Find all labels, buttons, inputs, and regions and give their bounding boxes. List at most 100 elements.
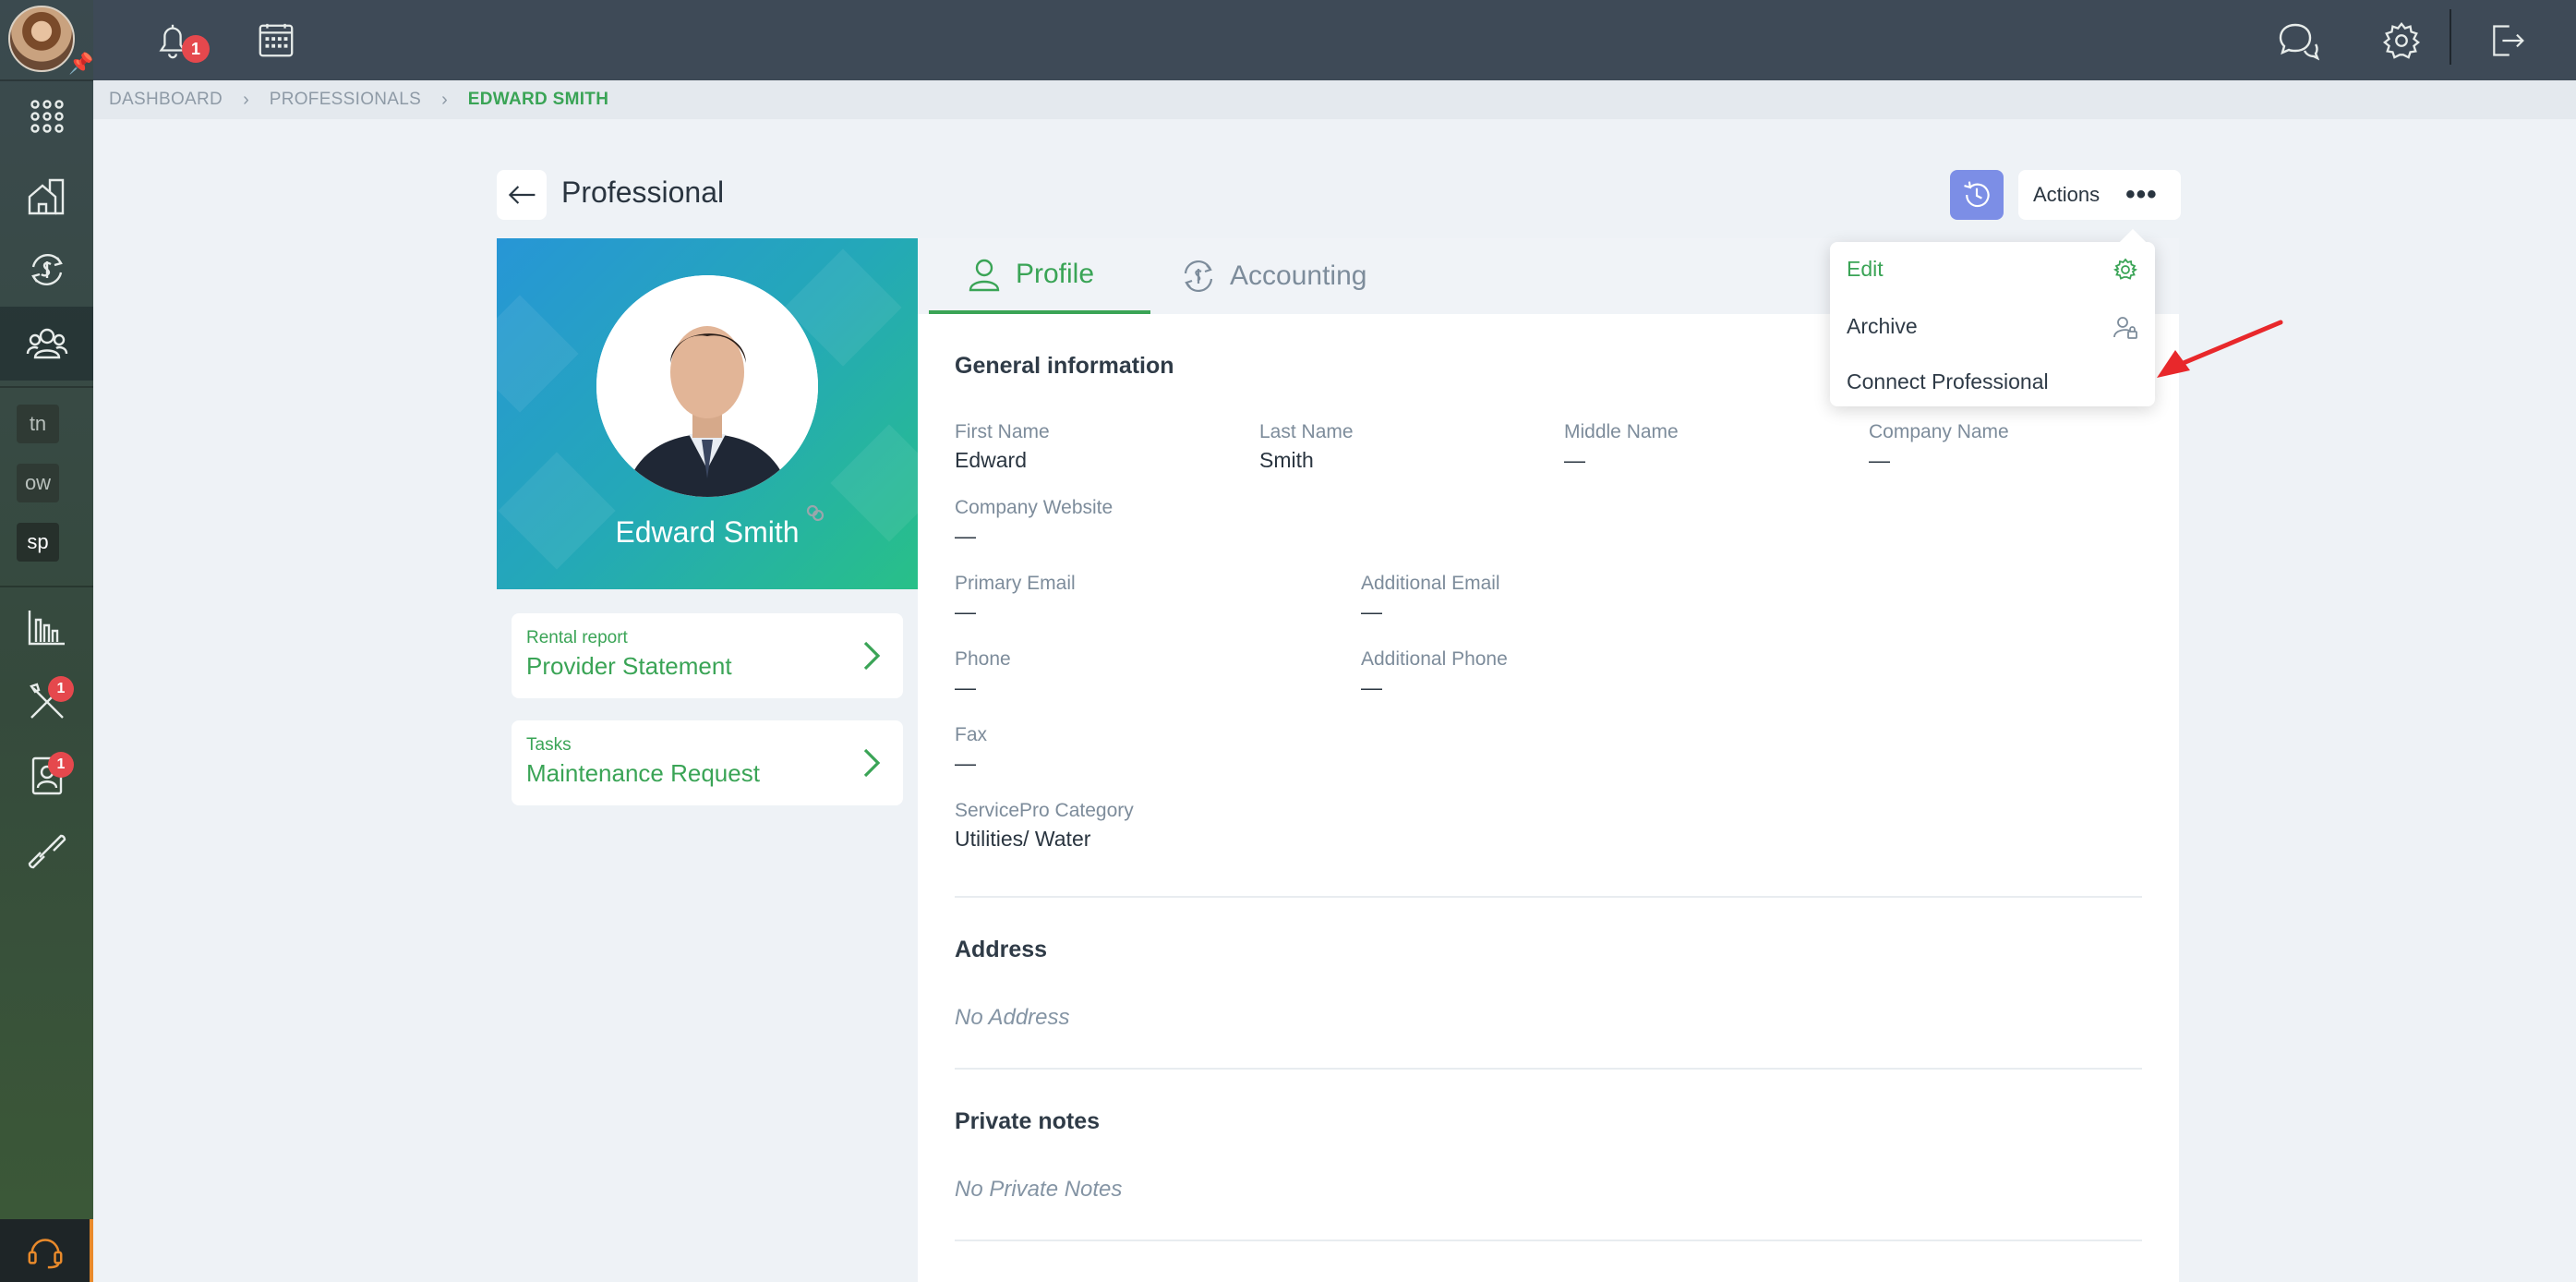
chevron-right-icon bbox=[863, 748, 881, 778]
more-dots-icon: ••• bbox=[2125, 179, 2158, 210]
workspace-tag-sp[interactable]: sp bbox=[17, 523, 59, 562]
provider-statement-card[interactable]: Rental report Provider Statement bbox=[512, 613, 903, 698]
menu-item-archive[interactable]: Archive bbox=[1830, 299, 2155, 353]
link-card-caption: Tasks bbox=[526, 735, 572, 755]
additional-email-label: Additional Email bbox=[1361, 573, 1500, 594]
user-icon bbox=[969, 259, 1000, 292]
menu-item-label: Archive bbox=[1847, 313, 1918, 338]
tab-label: Profile bbox=[1016, 259, 1095, 289]
primary-email-value: — bbox=[955, 599, 976, 623]
topbar-divider bbox=[2450, 9, 2451, 65]
fax-label: Fax bbox=[955, 724, 988, 745]
headset-icon bbox=[28, 1239, 62, 1269]
sidebar-item-properties[interactable] bbox=[0, 159, 93, 233]
user-avatar[interactable] bbox=[8, 6, 75, 72]
sidebar-item-reports[interactable] bbox=[0, 591, 93, 665]
workspace-tag-ow[interactable]: ow bbox=[17, 464, 59, 502]
tab-label: Accounting bbox=[1230, 260, 1367, 291]
money-cycle-icon bbox=[30, 253, 63, 286]
people-icon bbox=[26, 328, 67, 359]
chevron-right-icon: › bbox=[243, 89, 249, 110]
additional-phone-value: — bbox=[1361, 675, 1382, 699]
maintenance-badge: 1 bbox=[48, 676, 74, 702]
middle-name-value: — bbox=[1564, 448, 1585, 472]
sidebar-item-links[interactable] bbox=[0, 813, 93, 887]
link-card-title: Provider Statement bbox=[526, 652, 732, 680]
last-name-label: Last Name bbox=[1259, 421, 1354, 442]
gear-icon bbox=[2382, 21, 2421, 59]
menu-item-connect-professional[interactable]: Connect Professional bbox=[1830, 355, 2155, 408]
tab-accounting[interactable]: Accounting bbox=[1180, 238, 1366, 314]
breadcrumb-dashboard[interactable]: DASHBOARD bbox=[109, 90, 223, 110]
private-notes-empty: No Private Notes bbox=[955, 1177, 1123, 1202]
company-name-value: — bbox=[1869, 448, 1890, 472]
sidebar-item-accounting[interactable] bbox=[0, 233, 93, 307]
logout-icon bbox=[2493, 25, 2524, 56]
accounting-icon bbox=[1184, 260, 1213, 292]
additional-email-value: — bbox=[1361, 599, 1382, 623]
profile-photo bbox=[596, 275, 818, 497]
history-button[interactable] bbox=[1950, 170, 2004, 220]
actions-button[interactable]: Actions ••• bbox=[2018, 170, 2181, 220]
calendar-icon bbox=[259, 23, 294, 57]
left-sidebar: 📌 tn ow sp 1 1 bbox=[0, 0, 93, 1282]
sidebar-divider bbox=[0, 386, 93, 388]
user-lock-icon bbox=[2113, 317, 2137, 339]
hero-decoration bbox=[498, 452, 616, 570]
sidebar-item-apps[interactable] bbox=[0, 79, 93, 153]
history-clock-icon bbox=[1964, 181, 1990, 208]
actions-label: Actions bbox=[2033, 183, 2101, 206]
logout-button[interactable] bbox=[2481, 15, 2533, 67]
primary-email-label: Primary Email bbox=[955, 573, 1076, 594]
profile-hero: Edward Smith bbox=[497, 238, 918, 589]
sidebar-item-maintenance[interactable] bbox=[0, 665, 93, 739]
category-label: ServicePro Category bbox=[955, 800, 1134, 821]
calendar-button[interactable] bbox=[250, 15, 302, 67]
pin-icon[interactable]: 📌 bbox=[68, 52, 93, 76]
first-name-label: First Name bbox=[955, 421, 1050, 442]
menu-item-edit[interactable]: Edit bbox=[1830, 242, 2155, 296]
page-title: Professional bbox=[561, 175, 725, 209]
phone-value: — bbox=[955, 675, 976, 699]
company-website-value: — bbox=[955, 524, 976, 548]
apps-grid-icon bbox=[30, 100, 64, 133]
arrow-left-icon bbox=[508, 186, 536, 204]
section-divider bbox=[955, 896, 2142, 898]
link-chain-icon[interactable] bbox=[805, 502, 825, 523]
breadcrumb: DASHBOARD › PROFESSIONALS › EDWARD SMITH bbox=[93, 80, 2576, 119]
sidebar-item-people[interactable] bbox=[0, 307, 93, 381]
notification-badge: 1 bbox=[182, 35, 210, 63]
support-button[interactable] bbox=[0, 1219, 93, 1282]
general-info-title: General information bbox=[955, 353, 1174, 379]
additional-phone-label: Additional Phone bbox=[1361, 648, 1508, 670]
buildings-icon bbox=[28, 178, 64, 215]
private-notes-title: Private notes bbox=[955, 1108, 1101, 1134]
menu-item-label: Connect Professional bbox=[1847, 369, 2049, 393]
contacts-badge: 1 bbox=[48, 752, 74, 778]
top-bar: 1 bbox=[93, 0, 2576, 80]
fax-value: — bbox=[955, 751, 976, 775]
hero-decoration bbox=[497, 295, 579, 413]
bar-chart-icon bbox=[28, 611, 65, 646]
sidebar-divider bbox=[0, 586, 93, 587]
section-divider bbox=[955, 1068, 2142, 1070]
settings-button[interactable] bbox=[2376, 15, 2427, 67]
link-card-caption: Rental report bbox=[526, 628, 628, 647]
link-icon bbox=[28, 834, 66, 869]
sidebar-item-contacts[interactable] bbox=[0, 739, 93, 813]
chevron-right-icon bbox=[863, 641, 881, 671]
chat-button[interactable] bbox=[2272, 15, 2324, 67]
address-title: Address bbox=[955, 937, 1048, 962]
tab-profile[interactable]: Profile bbox=[929, 238, 1150, 314]
actions-dropdown: Edit Archive Connect Professional bbox=[1830, 242, 2155, 406]
workspace-tag-tn[interactable]: tn bbox=[17, 405, 59, 443]
back-button[interactable] bbox=[497, 170, 547, 220]
breadcrumb-professionals[interactable]: PROFESSIONALS bbox=[270, 90, 421, 110]
link-card-title: Maintenance Request bbox=[526, 759, 760, 787]
company-name-label: Company Name bbox=[1869, 421, 2009, 442]
section-divider bbox=[955, 1240, 2142, 1241]
address-empty: No Address bbox=[955, 1005, 1070, 1030]
maintenance-request-card[interactable]: Tasks Maintenance Request bbox=[512, 720, 903, 805]
menu-item-label: Edit bbox=[1847, 256, 1884, 281]
last-name-value: Smith bbox=[1259, 448, 1314, 472]
